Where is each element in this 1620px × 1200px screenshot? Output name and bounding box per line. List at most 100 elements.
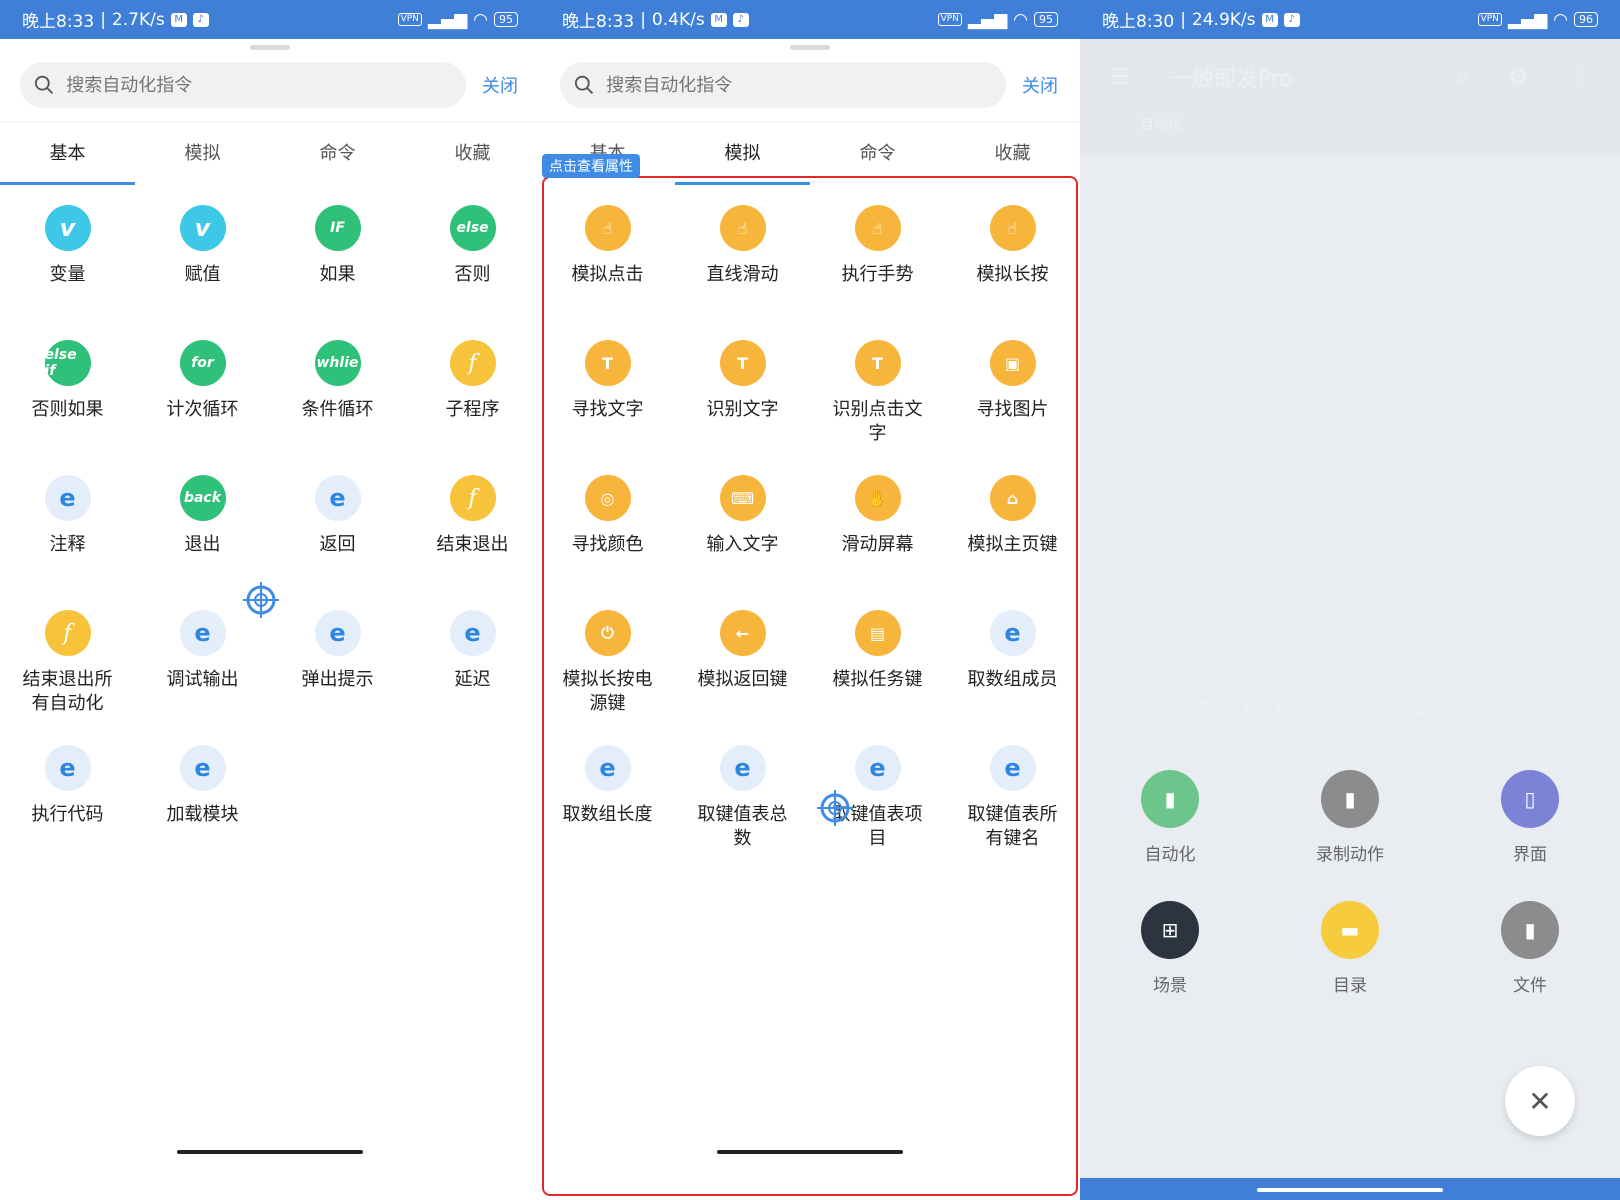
command-item[interactable]: ✋ 滑动屏幕: [810, 455, 945, 590]
search-box[interactable]: [20, 62, 466, 108]
create-option[interactable]: ▯ 界面: [1440, 770, 1620, 865]
create-option-label: 自动化: [1144, 845, 1196, 865]
command-item[interactable]: e 取数组成员: [945, 590, 1080, 725]
command-item[interactable]: e 取键值表所有键名: [945, 725, 1080, 860]
command-label: 弹出提示: [301, 669, 374, 690]
command-item[interactable]: IF 如果: [270, 185, 405, 320]
create-option[interactable]: ⊞ 场景: [1080, 901, 1260, 996]
command-item[interactable]: else 否则: [405, 185, 540, 320]
search-input[interactable]: [606, 74, 992, 96]
else-icon: else: [449, 205, 496, 251]
create-option-label: 录制动作: [1316, 845, 1384, 865]
create-option[interactable]: ▮ 文件: [1440, 901, 1620, 996]
status-time: 晚上8:30: [1102, 12, 1175, 32]
command-label: 调试输出: [166, 669, 239, 690]
tap-icon: ☝: [989, 205, 1036, 251]
tab-2[interactable]: 命令: [810, 123, 945, 185]
command-label: 执行代码: [31, 804, 104, 825]
command-label: 寻找文字: [571, 399, 644, 420]
command-item[interactable]: ▣ 寻找图片: [945, 320, 1080, 455]
command-item[interactable]: ☝ 模拟点击: [540, 185, 675, 320]
command-item[interactable]: ▤ 模拟任务键: [810, 590, 945, 725]
mail-icon: M: [1261, 12, 1278, 27]
search-input[interactable]: [66, 74, 452, 96]
signal-icon: ▂▄▆: [967, 9, 1008, 30]
command-item[interactable]: ⌂ 模拟主页键: [945, 455, 1080, 590]
tab-2[interactable]: 命令: [270, 123, 405, 185]
command-item[interactable]: e 执行代码: [0, 725, 135, 860]
settings-icon[interactable]: ⚙: [1508, 65, 1528, 90]
search-icon[interactable]: ⌕: [1456, 65, 1468, 90]
battery-icon: 95: [1034, 12, 1058, 27]
home-indicator: [1257, 1188, 1443, 1192]
command-item[interactable]: ◎ 寻找颜色: [540, 455, 675, 590]
status-bar: 晚上8:33 | 2.7K/s M ♪ VPN ▂▄▆ ◠ 95: [0, 0, 540, 39]
command-label: 取键值表总数: [697, 804, 788, 849]
tab-automation[interactable]: 自动化: [1080, 115, 1620, 155]
crosshair-icon[interactable]: [817, 790, 853, 826]
create-option[interactable]: ▬ 目录: [1260, 901, 1440, 996]
command-item[interactable]: v 变量: [0, 185, 135, 320]
command-item[interactable]: e 取数组长度: [540, 725, 675, 860]
close-fab-button[interactable]: ✕: [1505, 1066, 1575, 1136]
battery-icon: 95: [494, 12, 518, 27]
tab-1[interactable]: 模拟: [675, 123, 810, 185]
command-label: 如果: [319, 264, 356, 285]
tiktok-icon: ♪: [732, 12, 749, 27]
status-bar: 晚上8:30 | 24.9K/s M ♪ VPN ▂▄▆ ◠ 96: [1080, 0, 1620, 39]
command-item[interactable]: ← 模拟返回键: [675, 590, 810, 725]
command-item[interactable]: e 注释: [0, 455, 135, 590]
create-option-label: 界面: [1513, 845, 1547, 865]
command-label: 模拟长按: [976, 264, 1049, 285]
create-option[interactable]: ▮ 自动化: [1080, 770, 1260, 865]
close-button[interactable]: 关闭: [482, 72, 518, 98]
property-tooltip[interactable]: 点击查看属性: [542, 154, 640, 178]
panel-basic: 晚上8:33 | 2.7K/s M ♪ VPN ▂▄▆ ◠ 95 关闭 基本模拟…: [0, 0, 540, 1200]
module-icon: e: [314, 610, 361, 656]
create-option[interactable]: ▮ 录制动作: [1260, 770, 1440, 865]
command-label: 延迟: [454, 669, 491, 690]
command-item[interactable]: f 结束退出所有自动化: [0, 590, 135, 725]
command-item[interactable]: for 计次循环: [135, 320, 270, 455]
module-icon: e: [854, 745, 901, 791]
menu-icon[interactable]: ☰: [1110, 65, 1130, 90]
command-item[interactable]: T 识别文字: [675, 320, 810, 455]
command-item[interactable]: v 赋值: [135, 185, 270, 320]
command-item[interactable]: e 取键值表总数: [675, 725, 810, 860]
command-item[interactable]: ⌨ 输入文字: [675, 455, 810, 590]
command-item[interactable]: else if 否则如果: [0, 320, 135, 455]
command-item[interactable]: back 退出: [135, 455, 270, 590]
more-icon[interactable]: ⋮: [1568, 65, 1590, 90]
tab-1[interactable]: 模拟: [135, 123, 270, 185]
keyboard-icon: ⌨: [719, 475, 766, 521]
module-icon: e: [179, 610, 226, 656]
command-item[interactable]: e 返回: [270, 455, 405, 590]
close-button[interactable]: 关闭: [1022, 72, 1058, 98]
phone-icon: ▯: [1501, 770, 1559, 828]
command-item[interactable]: ☝ 模拟长按: [945, 185, 1080, 320]
command-item[interactable]: T 识别点击文字: [810, 320, 945, 455]
command-item[interactable]: f 结束退出: [405, 455, 540, 590]
command-item[interactable]: T 寻找文字: [540, 320, 675, 455]
command-item[interactable]: f 子程序: [405, 320, 540, 455]
command-item[interactable]: whlie 条件循环: [270, 320, 405, 455]
command-item[interactable]: e 延迟: [405, 590, 540, 725]
command-grid: v 变量 v 赋值 IF 如果 else 否则 else if 否则如果 for 计次循环 whlie 条…: [0, 185, 540, 860]
command-item[interactable]: e 加载模块: [135, 725, 270, 860]
tab-3[interactable]: 收藏: [945, 123, 1080, 185]
module-icon: e: [989, 610, 1036, 656]
search-box[interactable]: [560, 62, 1006, 108]
command-item[interactable]: ☝ 直线滑动: [675, 185, 810, 320]
command-label: 加载模块: [166, 804, 239, 825]
tab-0[interactable]: 基本: [0, 123, 135, 185]
command-label: 变量: [49, 264, 86, 285]
command-item[interactable]: ⏻ 模拟长按电源键: [540, 590, 675, 725]
command-label: 取数组长度: [562, 804, 653, 825]
command-item[interactable]: ☝ 执行手势: [810, 185, 945, 320]
tab-3[interactable]: 收藏: [405, 123, 540, 185]
crosshair-icon[interactable]: [243, 582, 279, 618]
folder-icon: ▬: [1321, 901, 1379, 959]
command-item[interactable]: e 弹出提示: [270, 590, 405, 725]
nav-bar: [1080, 1178, 1620, 1200]
create-option-label: 目录: [1333, 976, 1367, 996]
